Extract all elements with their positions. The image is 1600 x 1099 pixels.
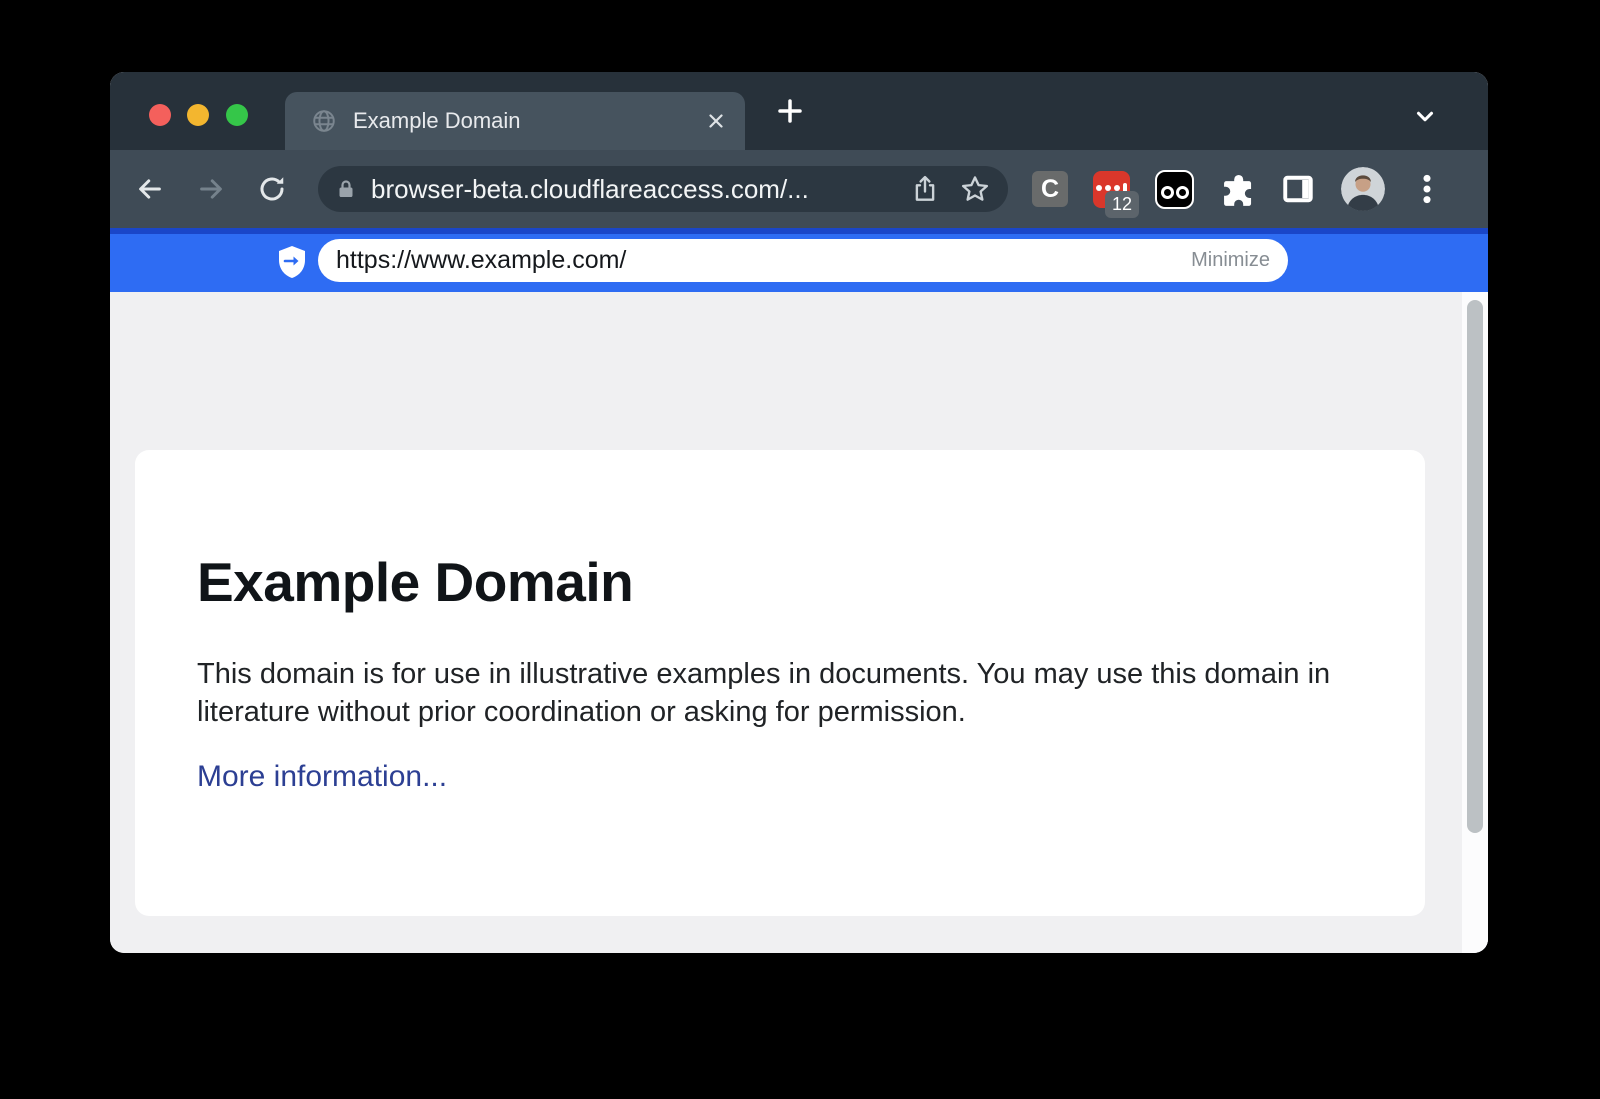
browser-menu-button[interactable]: [1410, 172, 1444, 206]
back-button[interactable]: [128, 167, 172, 211]
browser-toolbar: browser-beta.cloudflareaccess.com/... C: [110, 150, 1488, 228]
shield-arrow-icon: [277, 245, 307, 277]
bookmark-star-icon[interactable]: [960, 174, 990, 204]
screenshot-stage: Example Domain: [0, 0, 1600, 1099]
arrow-right-icon: [196, 174, 226, 204]
remote-url-input[interactable]: https://www.example.com/ Minimize: [318, 239, 1288, 282]
chevron-down-icon: [1412, 103, 1438, 129]
scrollbar-track[interactable]: [1462, 292, 1488, 953]
extension-c-icon[interactable]: C: [1032, 171, 1068, 207]
arrow-left-icon: [135, 174, 165, 204]
tab-search-button[interactable]: [1406, 97, 1444, 135]
goggle-lens: [1161, 186, 1174, 199]
remote-browser-bar: https://www.example.com/ Minimize: [110, 228, 1488, 292]
reload-icon: [257, 174, 287, 204]
tab-title: Example Domain: [353, 108, 705, 134]
address-bar-url[interactable]: browser-beta.cloudflareaccess.com/...: [371, 174, 910, 205]
page-paragraph: This domain is for use in illustrative e…: [197, 656, 1347, 732]
extension-badge: 12: [1105, 191, 1139, 218]
globe-favicon-icon: [311, 108, 337, 134]
tab-close-icon[interactable]: [705, 110, 727, 132]
share-icon[interactable]: [910, 174, 940, 204]
browser-window: Example Domain: [110, 72, 1488, 953]
content-card: Example Domain This domain is for use in…: [135, 450, 1425, 916]
goggle-lens: [1176, 186, 1189, 199]
extensions-puzzle-icon[interactable]: [1219, 171, 1255, 207]
lock-icon[interactable]: [334, 177, 358, 201]
profile-avatar[interactable]: [1341, 167, 1385, 211]
forward-button: [189, 167, 233, 211]
goggles-extension-icon[interactable]: [1155, 170, 1194, 209]
extensions-area: C 12: [1032, 167, 1444, 211]
reload-button[interactable]: [250, 167, 294, 211]
address-bar[interactable]: browser-beta.cloudflareaccess.com/...: [318, 166, 1008, 212]
extension-c-label: C: [1041, 175, 1059, 204]
page-viewport: Example Domain This domain is for use in…: [110, 292, 1488, 953]
macos-close-button[interactable]: [149, 104, 171, 126]
kebab-menu-icon: [1410, 172, 1444, 206]
page-title: Example Domain: [197, 550, 1355, 614]
plus-icon: [775, 96, 805, 126]
more-information-link[interactable]: More information...: [197, 760, 447, 794]
tab-strip: Example Domain: [110, 72, 1488, 150]
new-tab-button[interactable]: [766, 87, 814, 135]
lastpass-dot: [1096, 185, 1102, 191]
scrollbar-thumb[interactable]: [1467, 300, 1483, 833]
browser-tab[interactable]: Example Domain: [285, 92, 745, 150]
macos-zoom-button[interactable]: [226, 104, 248, 126]
minimize-button[interactable]: Minimize: [1191, 249, 1270, 272]
remote-url-value[interactable]: https://www.example.com/: [336, 246, 1191, 275]
lastpass-extension-icon[interactable]: 12: [1093, 171, 1130, 208]
side-panel-icon[interactable]: [1280, 171, 1316, 207]
macos-minimize-button[interactable]: [187, 104, 209, 126]
